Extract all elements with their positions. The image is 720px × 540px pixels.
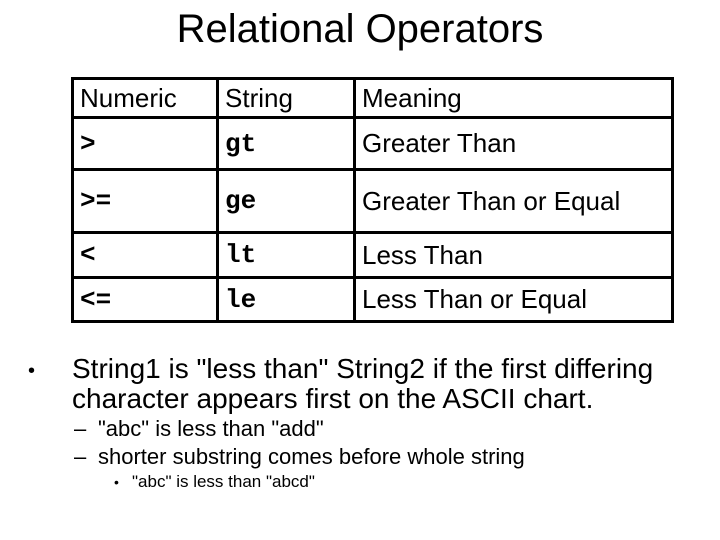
cell-string: le [216,276,356,323]
sub-bullet-item: – shorter substring comes before whole s… [74,444,525,470]
cell-numeric: <= [71,276,219,323]
header-numeric: Numeric [71,77,219,119]
sub-bullet-text: shorter substring comes before whole str… [98,444,525,469]
cell-numeric: < [71,231,219,279]
cell-numeric: > [71,116,219,171]
table-row: >= ge Greater Than or Equal [71,168,674,234]
cell-string: ge [216,168,356,234]
sub-bullet-item: – "abc" is less than "add" [74,416,324,442]
slide-title: Relational Operators [176,7,544,51]
cell-meaning: Greater Than [353,116,674,171]
table-header-row: Numeric String Meaning [71,77,674,119]
header-meaning: Meaning [353,77,674,119]
sub-sub-bullet-text: "abc" is less than "abcd" [132,472,315,491]
bullet-icon: • [28,360,36,382]
table-row: < lt Less Than [71,231,674,279]
bullet-item: • String1 is "less than" String2 if the … [28,353,672,414]
cell-meaning: Less Than [353,231,674,279]
operators-table: Numeric String Meaning > gt Greater Than… [71,77,674,323]
cell-string: gt [216,116,356,171]
table-row: > gt Greater Than [71,116,674,171]
bullet-text-line2: character appears first on the ASCII cha… [72,383,594,414]
bullet-icon: • [114,474,119,490]
table-row: <= le Less Than or Equal [71,276,674,323]
cell-numeric: >= [71,168,219,234]
cell-meaning: Greater Than or Equal [353,168,674,234]
bullet-text-line1: String1 is "less than" String2 if the fi… [72,353,654,384]
dash-icon: – [74,416,87,441]
dash-icon: – [74,444,87,469]
header-string: String [216,77,356,119]
cell-meaning: Less Than or Equal [353,276,674,323]
cell-string: lt [216,231,356,279]
sub-bullet-text: "abc" is less than "add" [98,416,324,441]
sub-sub-bullet-item: • "abc" is less than "abcd" [114,472,315,492]
